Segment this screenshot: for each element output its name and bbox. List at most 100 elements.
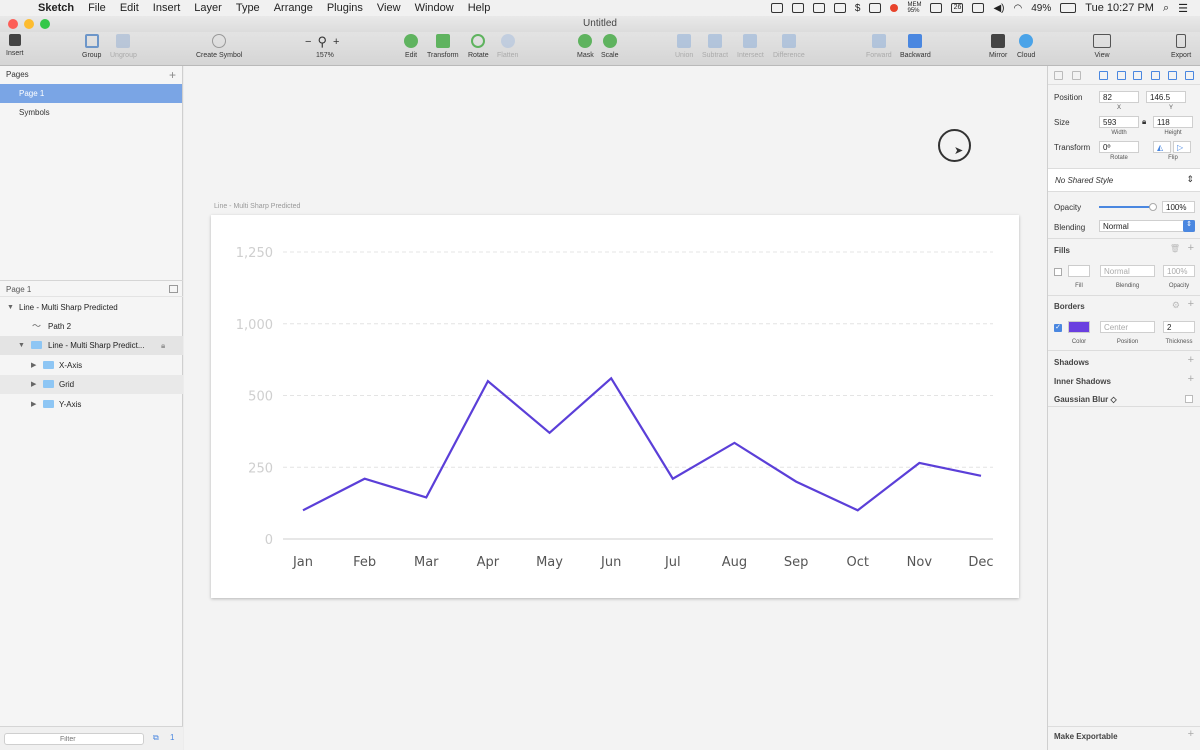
opacity-field[interactable]: 100% [1162,201,1195,213]
close-button[interactable] [8,19,18,29]
disclosure-closed-icon[interactable]: ▶ [31,375,36,394]
zoom-in-button[interactable]: + [333,36,339,48]
border-checkbox[interactable]: ✓ [1054,324,1062,332]
align-bottom-icon[interactable] [1185,71,1194,80]
scale-button[interactable]: Scale [601,34,619,59]
border-color-swatch[interactable] [1068,321,1090,333]
union-button[interactable]: Union [675,34,693,59]
add-shadow-icon[interactable]: + [1188,354,1194,366]
badge-icon[interactable] [833,3,846,13]
disclosure-closed-icon[interactable]: ▶ [31,395,36,414]
gaussian-blur-select[interactable]: Gaussian Blur ◇ [1054,395,1117,404]
position-x-field[interactable]: 82 [1099,91,1139,103]
add-export-icon[interactable]: + [1188,728,1194,740]
notification-center-icon[interactable]: ☰ [1178,2,1188,15]
fill-color-swatch[interactable] [1068,265,1090,277]
minimize-button[interactable] [24,19,34,29]
menu-layer[interactable]: Layer [194,2,222,14]
menu-help[interactable]: Help [468,2,491,14]
calendar-icon[interactable]: 26 [951,3,964,13]
artboard[interactable]: 0 250 500 1,000 1,250 Jan Feb Mar Apr May Jun Jul Au… [211,215,1019,598]
width-field[interactable]: 593 [1099,116,1139,128]
height-field[interactable]: 118 [1153,116,1193,128]
mask-button[interactable]: Mask [577,34,594,59]
menu-edit[interactable]: Edit [120,2,139,14]
border-position-select[interactable]: Center [1100,321,1155,333]
distribute-horizontal-icon[interactable] [1054,71,1063,80]
zoom-button[interactable] [40,19,50,29]
add-page-icon[interactable]: + [169,66,176,84]
edit-button[interactable]: Edit [404,34,418,59]
group-button[interactable]: Group [82,34,101,59]
lock-icon[interactable]: 🔒︎ [161,336,165,355]
page-item-symbols[interactable]: Symbols [0,103,182,122]
record-icon[interactable] [890,4,899,12]
disclosure-closed-icon[interactable]: ▶ [31,356,36,375]
align-left-icon[interactable] [1099,71,1108,80]
disclosure-open-icon[interactable]: ▼ [7,298,14,317]
symbols-count-icon[interactable]: ⧉ [153,733,159,743]
menu-view[interactable]: View [377,2,401,14]
rotate-button[interactable]: Rotate [468,34,489,59]
canvas[interactable]: Line - Multi Sharp Predicted 0 250 500 1,00… [184,66,1047,750]
clock[interactable]: Tue 10:27 PM [1085,2,1154,14]
lock-ratio-icon[interactable]: 🔒︎ [1142,117,1146,127]
filter-input[interactable] [4,733,144,745]
flip-vertical-button[interactable]: ▷ [1173,141,1191,153]
spotlight-icon[interactable]: ⌕ [1163,2,1169,15]
mirror-button[interactable]: Mirror [989,34,1007,59]
opacity-slider[interactable] [1099,203,1157,211]
intersect-button[interactable]: Intersect [737,34,764,59]
fill-checkbox[interactable] [1054,268,1062,276]
forward-button[interactable]: Forward [866,34,892,59]
ungroup-button[interactable]: Ungroup [110,34,137,59]
menu-arrange[interactable]: Arrange [274,2,313,14]
layer-row[interactable]: ▼ Line - Multi Sharp Predicted [0,298,183,317]
rotate-field[interactable]: 0º [1099,141,1139,153]
menu-plugins[interactable]: Plugins [327,2,363,14]
zoom-icon[interactable]: ⚲ [317,34,327,50]
layer-row[interactable]: ▼ Line - Multi Sharp Predict... 🔒︎ [0,336,183,355]
fill-blending-select[interactable]: Normal [1100,265,1155,277]
fill-opacity-field[interactable]: 100% [1163,265,1195,277]
distribute-vertical-icon[interactable] [1072,71,1081,80]
menu-file[interactable]: File [88,2,106,14]
collapse-icon[interactable] [169,285,178,293]
trash-icon[interactable]: 🗑︎ [1170,244,1180,253]
layer-row[interactable]: ▶ X-Axis [0,356,183,375]
page-item-page-1[interactable]: Page 1 [0,84,182,103]
disclosure-open-icon[interactable]: ▼ [18,336,25,355]
transform-button[interactable]: Transform [427,34,459,59]
wifi-icon[interactable]: ◠ [1014,3,1023,14]
cloud-button[interactable]: Cloud [1017,34,1035,59]
add-inner-shadow-icon[interactable]: + [1188,373,1194,385]
gear-icon[interactable]: ⚙ [1172,300,1180,311]
volume-icon[interactable]: ◀) [993,3,1004,14]
align-middle-icon[interactable] [1168,71,1177,80]
layer-row[interactable]: ▶ Grid [0,375,183,394]
mem-indicator[interactable]: MEM 95% [907,2,921,14]
view-button[interactable]: View [1093,34,1111,59]
align-top-icon[interactable] [1151,71,1160,80]
screen-icon[interactable] [770,3,783,13]
menu-app[interactable]: Sketch [38,2,74,14]
flip-horizontal-button[interactable]: ◭ [1153,141,1171,153]
menu-insert[interactable]: Insert [153,2,181,14]
evernote-icon[interactable] [930,3,943,13]
add-fill-icon[interactable]: + [1188,242,1194,254]
menu-window[interactable]: Window [415,2,454,14]
subtract-button[interactable]: Subtract [702,34,728,59]
dollar-icon[interactable]: $ [855,3,861,14]
zoom-out-button[interactable]: − [305,36,311,48]
export-button[interactable]: Export [1171,34,1191,59]
line-chart[interactable]: 0 250 500 1,000 1,250 Jan Feb Mar Apr May Jun Jul Au… [211,215,1019,598]
opacity-slider-knob[interactable] [1149,203,1157,211]
battery-percent[interactable]: 49% [1031,3,1051,14]
backward-button[interactable]: Backward [900,34,931,59]
insert-button[interactable]: Insert [6,34,24,57]
border-thickness-field[interactable]: 2 [1163,321,1195,333]
blending-select[interactable]: Normal [1099,220,1195,232]
blur-checkbox[interactable] [1185,395,1193,403]
dropbox-icon[interactable] [791,3,804,13]
create-symbol-button[interactable]: Create Symbol [196,34,242,59]
